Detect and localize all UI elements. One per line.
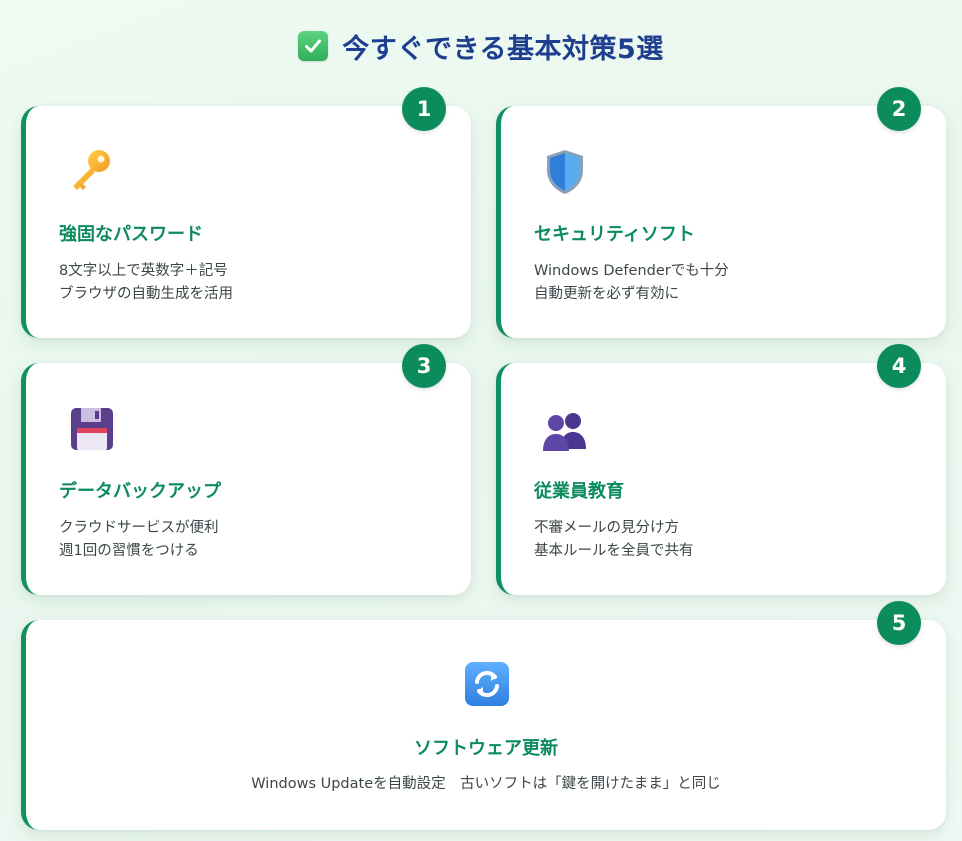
description-line: Windows Updateを自動設定 古いソフトは「鍵を開けたまま」と同じ [251,776,721,792]
card-title: 従業員教育 [534,481,624,502]
description-line: クラウドサービスが便利 [59,520,219,536]
description-line: ブラウザの自動生成を活用 [59,286,233,302]
shield-icon [539,146,591,198]
description-line: 8文字以上で英数字＋記号 [59,263,228,279]
people-icon [539,405,591,457]
card-title: ソフトウェア更新 [414,738,558,759]
number-badge: 3 [402,344,446,388]
number-badge: 2 [877,87,921,131]
description-line: 自動更新を必ず有効に [534,286,679,302]
description-line: 不審メールの見分け方 [534,520,679,536]
description-line: 基本ルールを全員で共有 [534,543,694,559]
card-password: 強固なパスワード 8文字以上で英数字＋記号 ブラウザの自動生成を活用 [21,106,471,338]
number-badge: 4 [877,344,921,388]
key-icon [64,146,116,198]
card-security-software: セキュリティソフト Windows Defenderでも十分 自動更新を必ず有効… [496,106,946,338]
card-description: クラウドサービスが便利 週1回の習慣をつける [59,517,219,563]
card-description: 不審メールの見分け方 基本ルールを全員で共有 [534,517,694,563]
page-header: 今すぐできる基本対策5選 [0,24,962,68]
floppy-disk-icon [66,403,118,455]
check-mark-icon [298,31,329,61]
card-title: セキュリティソフト [534,224,695,245]
card-description: Windows Defenderでも十分 自動更新を必ず有効に [534,260,729,306]
card-data-backup: データバックアップ クラウドサービスが便利 週1回の習慣をつける [21,363,471,595]
card-description: 8文字以上で英数字＋記号 ブラウザの自動生成を活用 [59,260,233,306]
page-title: 今すぐできる基本対策5選 [342,33,664,65]
card-title: データバックアップ [59,481,221,502]
number-badge: 1 [402,87,446,131]
card-title: 強固なパスワード [59,224,203,245]
description-line: Windows Defenderでも十分 [534,263,729,279]
card-description: Windows Updateを自動設定 古いソフトは「鍵を開けたまま」と同じ [26,773,946,796]
card-software-update: ソフトウェア更新 Windows Updateを自動設定 古いソフトは「鍵を開け… [21,620,946,830]
description-line: 週1回の習慣をつける [59,543,199,559]
update-arrows-icon [463,660,511,708]
card-employee-education: 従業員教育 不審メールの見分け方 基本ルールを全員で共有 [496,363,946,595]
number-badge: 5 [877,601,921,645]
